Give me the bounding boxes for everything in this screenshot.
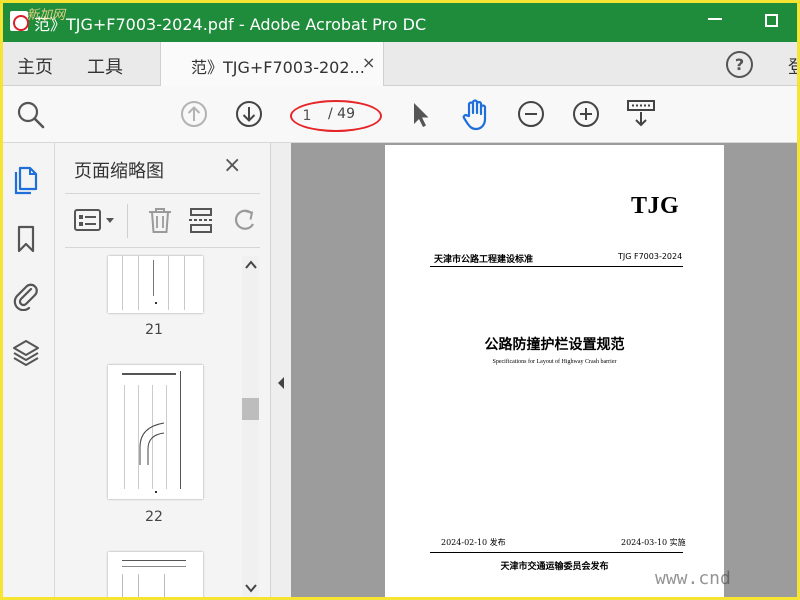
- close-panel-icon[interactable]: ×: [223, 153, 241, 178]
- document-tab[interactable]: 范》TJG+F7003-202... ×: [160, 42, 384, 86]
- search-icon[interactable]: [16, 100, 46, 130]
- watermark-text: 新加网: [26, 8, 66, 23]
- header-rule: [430, 266, 683, 267]
- collapse-arrow-icon[interactable]: [277, 377, 285, 389]
- toolbar: / 49: [0, 86, 800, 143]
- rotate-icon[interactable]: [231, 206, 257, 234]
- standard-brand: TJG: [631, 193, 680, 219]
- toolbar-divider: [127, 204, 128, 238]
- implementation-date: 2024-03-10 实施: [621, 538, 686, 547]
- menu-tab-bar: 主页 工具 范》TJG+F7003-202... × ? 登: [0, 42, 800, 86]
- red-annotation-ellipse: [290, 100, 382, 132]
- thumbnail-page-number: 21: [145, 322, 163, 338]
- bookmark-icon[interactable]: [11, 223, 41, 255]
- document-title-en: Specifications for Layout of Highway Cra…: [492, 359, 617, 365]
- trash-icon[interactable]: [147, 206, 173, 234]
- page-thumbnails-panel: 页面缩略图 × 21 22: [55, 143, 270, 600]
- navigation-rail: [0, 143, 55, 600]
- document-tab-label: 范》TJG+F7003-202...: [191, 58, 365, 77]
- page-thumbnails-icon[interactable]: [11, 163, 41, 197]
- scroll-down-icon[interactable]: [245, 583, 257, 593]
- panel-title: 页面缩略图: [74, 161, 164, 182]
- thumbnail-page-number: 22: [145, 509, 163, 525]
- panel-collapse-strip[interactable]: [270, 143, 291, 600]
- zoom-in-icon[interactable]: [572, 100, 600, 128]
- thumbnail-page[interactable]: [108, 256, 203, 313]
- footer-rule: [430, 552, 683, 553]
- document-view[interactable]: TJG 天津市公路工程建设标准 TJG F7003-2024 公路防撞护栏设置规…: [291, 143, 800, 600]
- next-page-icon[interactable]: [235, 100, 263, 128]
- panel-toolbar: [65, 193, 260, 248]
- attachment-icon[interactable]: [11, 279, 41, 311]
- minimize-button[interactable]: [708, 18, 722, 20]
- scroll-mode-icon[interactable]: [626, 98, 656, 130]
- window-title: 范》TJG+F7003-2024.pdf - Adobe Acrobat Pro…: [34, 15, 427, 34]
- scrollbar-thumb[interactable]: [242, 398, 259, 420]
- help-icon[interactable]: ?: [726, 51, 753, 78]
- scroll-up-icon[interactable]: [245, 260, 257, 270]
- title-bar: 范》TJG+F7003-2024.pdf - Adobe Acrobat Pro…: [0, 0, 800, 42]
- pdf-page: TJG 天津市公路工程建设标准 TJG F7003-2024 公路防撞护栏设置规…: [385, 145, 724, 600]
- insert-page-icon[interactable]: [188, 206, 214, 234]
- close-tab-icon[interactable]: ×: [362, 53, 375, 72]
- thumbnail-options-icon[interactable]: [74, 208, 118, 234]
- issuer-line: 天津市公路工程建设标准: [434, 255, 534, 265]
- layers-icon[interactable]: [11, 337, 41, 369]
- thumbnail-page[interactable]: [108, 365, 203, 499]
- document-title-cn: 公路防撞护栏设置规范: [484, 337, 625, 353]
- standard-number: TJG F7003-2024: [618, 252, 683, 261]
- maximize-button[interactable]: [765, 14, 778, 27]
- issue-date: 2024-02-10 发布: [441, 538, 506, 547]
- menu-home[interactable]: 主页: [17, 53, 53, 79]
- previous-page-icon[interactable]: [180, 100, 208, 128]
- zoom-out-icon[interactable]: [517, 100, 545, 128]
- thumbnail-page[interactable]: [108, 552, 203, 600]
- select-cursor-icon[interactable]: [410, 100, 432, 130]
- site-watermark: www.cnd: [655, 568, 731, 589]
- sign-in-link[interactable]: 登: [788, 53, 800, 79]
- menu-tools[interactable]: 工具: [87, 53, 123, 79]
- hand-tool-icon[interactable]: [460, 98, 492, 132]
- thumbnail-scrollbar[interactable]: [242, 256, 259, 600]
